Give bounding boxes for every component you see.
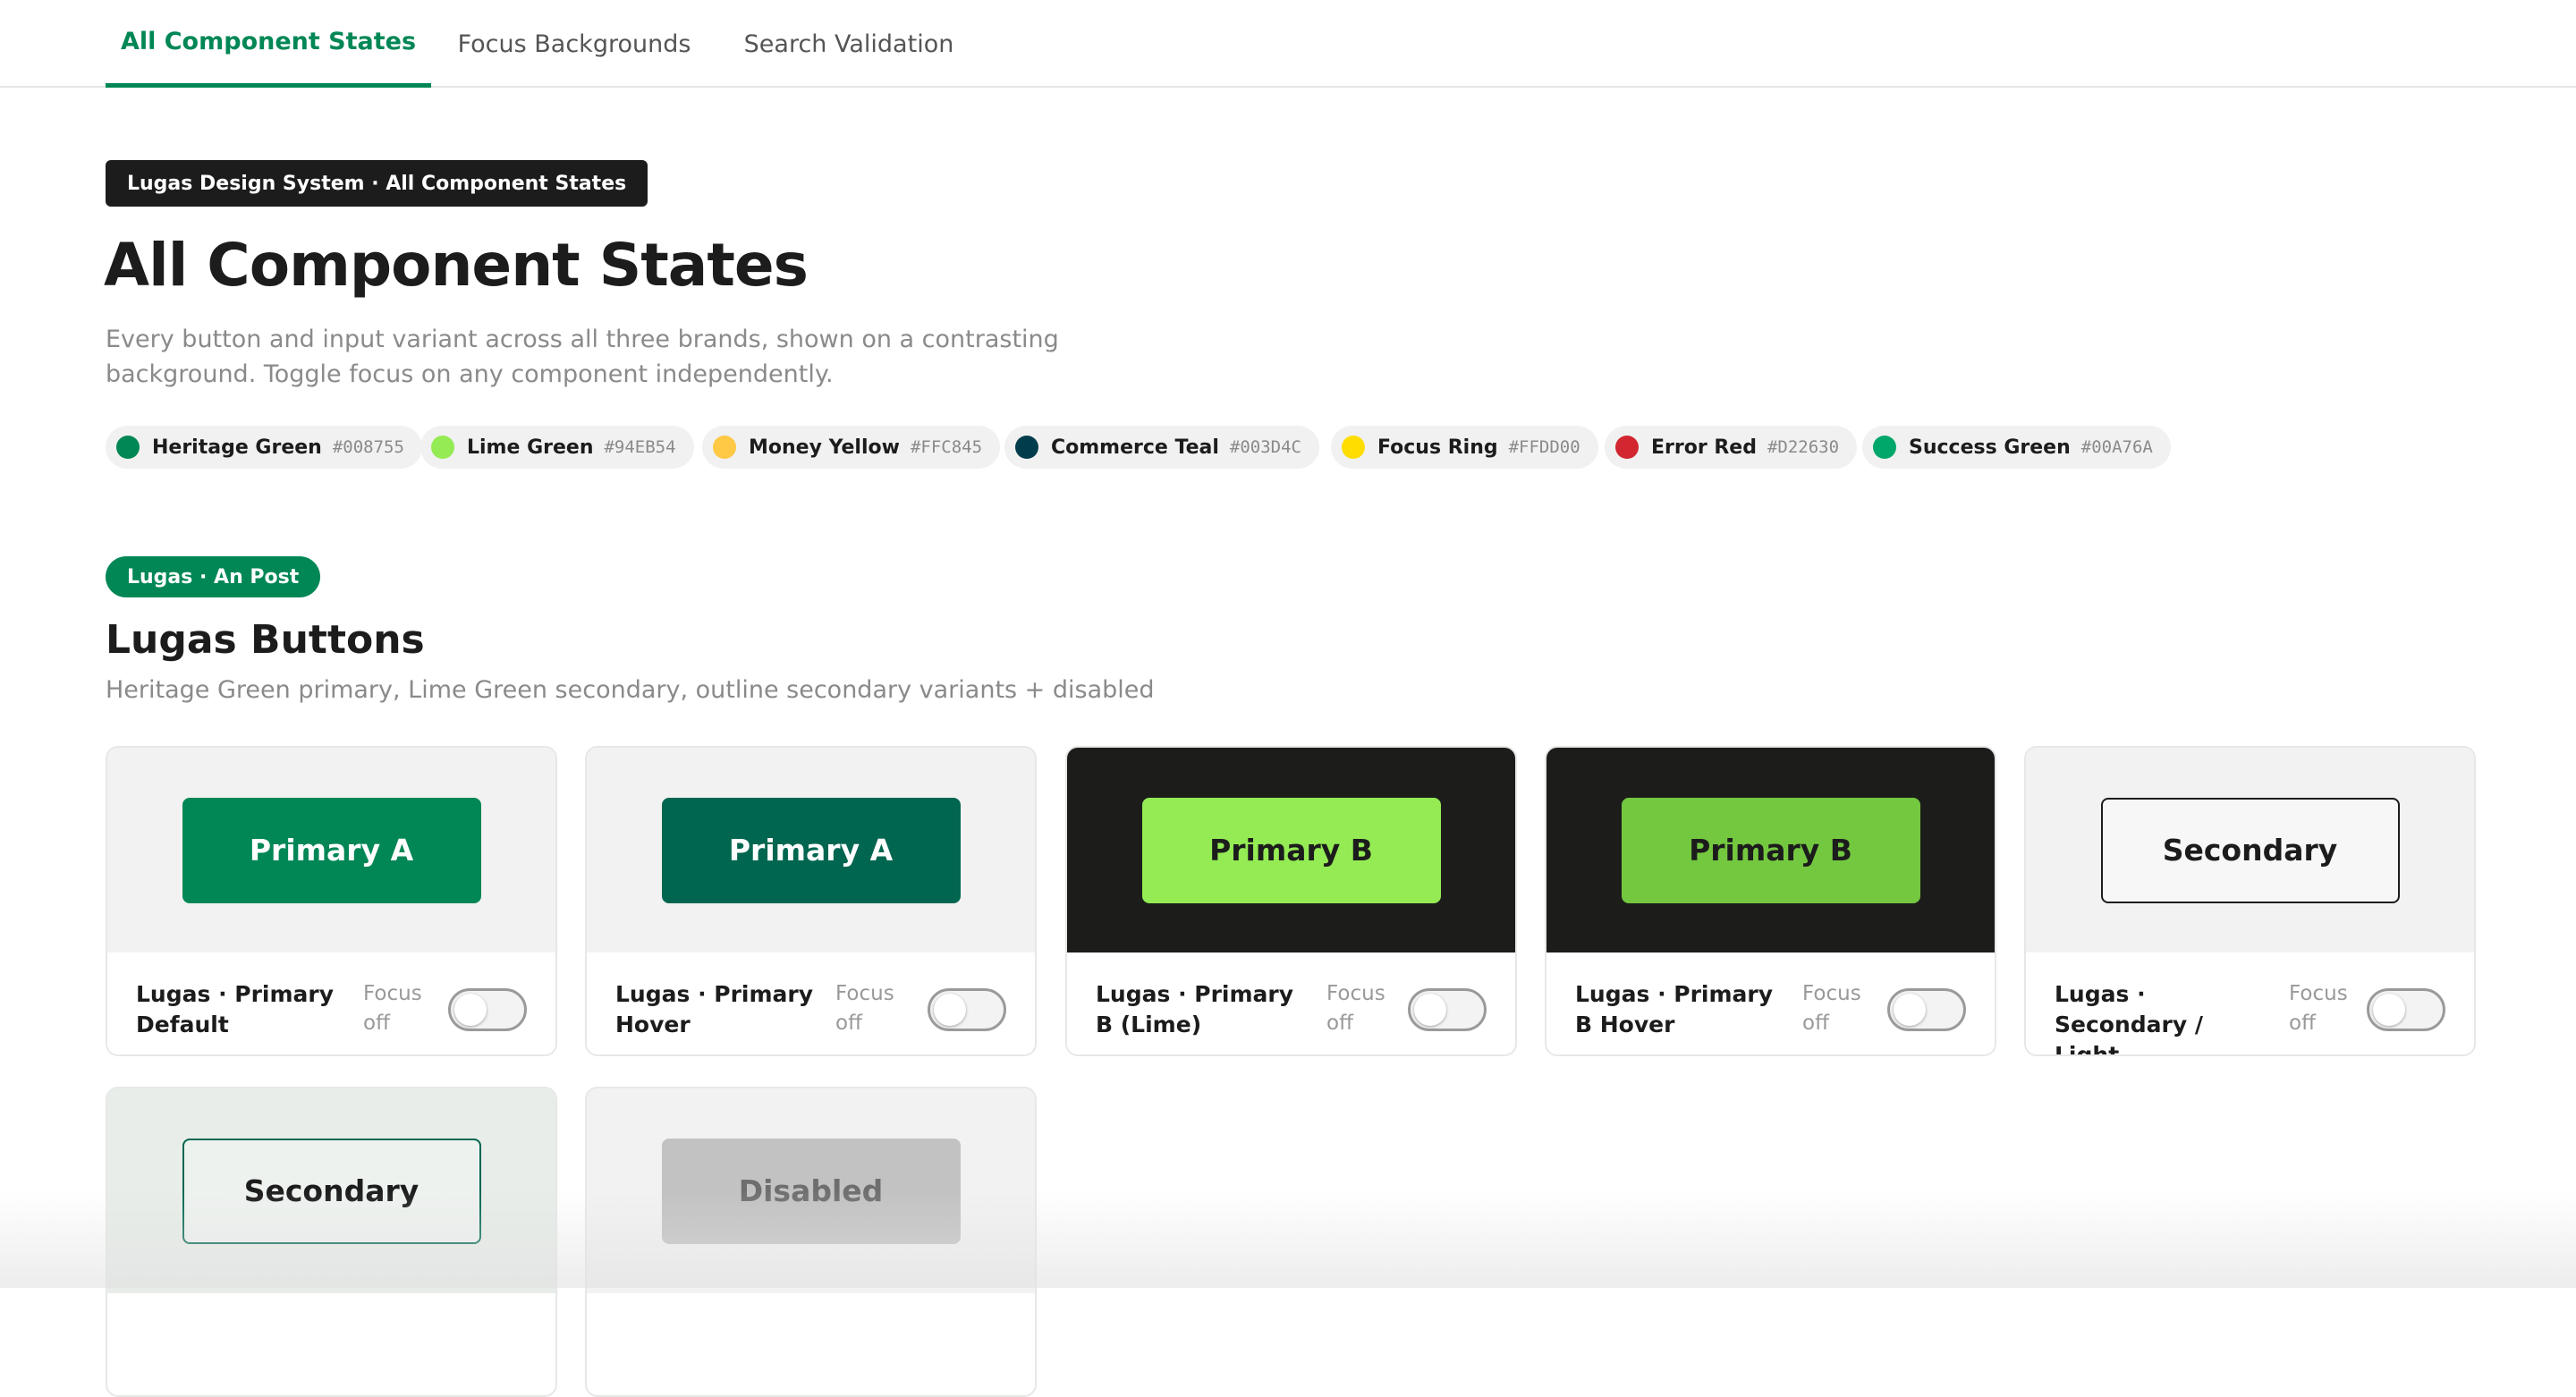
focus-status-label: Focus off: [1326, 982, 1385, 1035]
toggle-knob: [2373, 994, 2405, 1026]
swatch-dot: [1015, 436, 1038, 459]
component-card-primary-default: Primary A Lugas · Primary Default Focus …: [106, 746, 557, 1056]
card-label: Lugas · Secondary / Light: [2055, 981, 2203, 1056]
swatch-hex: #FFDD00: [1508, 437, 1580, 457]
focus-toggle[interactable]: [448, 988, 527, 1031]
swatch-hex: #00A76A: [2080, 437, 2153, 457]
swatch-dot: [431, 436, 454, 459]
swatch-name: Lime Green: [467, 436, 594, 459]
card-stage: Primary A: [587, 748, 1035, 952]
toggle-knob: [934, 994, 966, 1026]
card-footer: Lugas · Primary Default Focus off: [107, 952, 555, 1054]
tab-bar: All Component States Focus Backgrounds S…: [0, 0, 2576, 88]
component-card-secondary-tinted: Secondary: [106, 1087, 557, 1397]
card-footer: Lugas · Primary B (Lime) Focus off: [1067, 952, 1515, 1054]
tab-search-validation[interactable]: Search Validation: [717, 0, 980, 88]
swatch-commerce-teal: Commerce Teal #003D4C: [1004, 426, 1319, 469]
primary-a-hover-button[interactable]: Primary A: [661, 797, 961, 903]
page-eyebrow-badge: Lugas Design System · All Component Stat…: [106, 160, 648, 207]
swatch-error-red: Error Red #D22630: [1605, 426, 1858, 469]
component-card-primary-b-lime: Primary B Lugas · Primary B (Lime) Focus…: [1065, 746, 1517, 1056]
swatch-name: Commerce Teal: [1051, 436, 1219, 459]
swatch-name: Success Green: [1909, 436, 2071, 459]
focus-toggle[interactable]: [1408, 988, 1487, 1031]
card-footer: Lugas · Primary Hover Focus off: [587, 952, 1035, 1054]
swatch-name: Heritage Green: [152, 436, 322, 459]
brand-badge: Lugas · An Post: [106, 556, 321, 597]
section-title: Lugas Buttons: [106, 617, 425, 663]
swatch-focus-ring: Focus Ring #FFDD00: [1331, 426, 1598, 469]
card-stage: Secondary: [107, 1088, 555, 1293]
swatch-dot: [1873, 436, 1896, 459]
card-footer: Lugas · Secondary / Light Focus off: [2026, 952, 2474, 1056]
toggle-knob: [1414, 994, 1446, 1026]
primary-a-button[interactable]: Primary A: [182, 797, 481, 903]
card-footer: Lugas · Primary B Hover Focus off: [1546, 952, 1995, 1054]
card-label: Lugas · Primary Default: [136, 981, 335, 1037]
swatch-money-yellow: Money Yellow #FFC845: [702, 426, 1001, 469]
swatch-dot: [1615, 436, 1639, 459]
page-title: All Component States: [104, 231, 809, 300]
card-stage: Primary B: [1546, 748, 1995, 952]
focus-status-label: Focus off: [363, 982, 422, 1035]
swatch-heritage-green: Heritage Green #008755: [106, 426, 422, 469]
primary-b-hover-button[interactable]: Primary B: [1621, 797, 1920, 903]
swatch-dot: [713, 436, 736, 459]
card-stage: Primary B: [1067, 748, 1515, 952]
card-label: Lugas · Primary B (Lime): [1096, 981, 1294, 1037]
swatch-hex: #D22630: [1767, 437, 1840, 457]
card-label: Lugas · Primary Hover: [615, 981, 814, 1037]
section-description: Heritage Green primary, Lime Green secon…: [106, 676, 1155, 704]
disabled-button: Disabled: [661, 1138, 961, 1244]
focus-status-label: Focus off: [2289, 982, 2348, 1035]
page-description: Every button and input variant across al…: [106, 326, 1059, 388]
card-label: Lugas · Primary B Hover: [1575, 981, 1774, 1037]
card-stage: Disabled: [587, 1088, 1035, 1293]
toggle-knob: [454, 994, 487, 1026]
card-stage: Primary A: [107, 748, 555, 952]
component-card-secondary-light: Secondary Lugas · Secondary / Light Focu…: [2024, 746, 2476, 1056]
toggle-knob: [1894, 994, 1926, 1026]
focus-toggle[interactable]: [1887, 988, 1966, 1031]
swatch-hex: #003D4C: [1229, 437, 1301, 457]
focus-status-label: Focus off: [835, 982, 894, 1035]
swatch-dot: [116, 436, 140, 459]
swatch-name: Focus Ring: [1377, 436, 1498, 459]
primary-b-button[interactable]: Primary B: [1141, 797, 1441, 903]
focus-toggle[interactable]: [928, 988, 1006, 1031]
swatch-success-green: Success Green #00A76A: [1862, 426, 2171, 469]
focus-status-label: Focus off: [1802, 982, 1861, 1035]
tab-all-component-states[interactable]: All Component States: [106, 0, 431, 88]
card-stage: Secondary: [2026, 748, 2474, 952]
component-card-disabled: Disabled: [585, 1087, 1037, 1397]
swatch-dot: [1342, 436, 1365, 459]
component-card-primary-b-hover: Primary B Lugas · Primary B Hover Focus …: [1545, 746, 1996, 1056]
swatch-lime-green: Lime Green #94EB54: [420, 426, 694, 469]
secondary-outline-button[interactable]: Secondary: [182, 1138, 481, 1244]
swatch-name: Money Yellow: [749, 436, 900, 459]
component-card-primary-hover: Primary A Lugas · Primary Hover Focus of…: [585, 746, 1037, 1056]
tab-focus-backgrounds[interactable]: Focus Backgrounds: [431, 0, 717, 88]
swatch-hex: #008755: [332, 437, 404, 457]
swatch-hex: #FFC845: [910, 437, 983, 457]
focus-toggle[interactable]: [2367, 988, 2445, 1031]
swatch-name: Error Red: [1651, 436, 1757, 459]
swatch-hex: #94EB54: [604, 437, 676, 457]
secondary-button[interactable]: Secondary: [2100, 797, 2400, 903]
